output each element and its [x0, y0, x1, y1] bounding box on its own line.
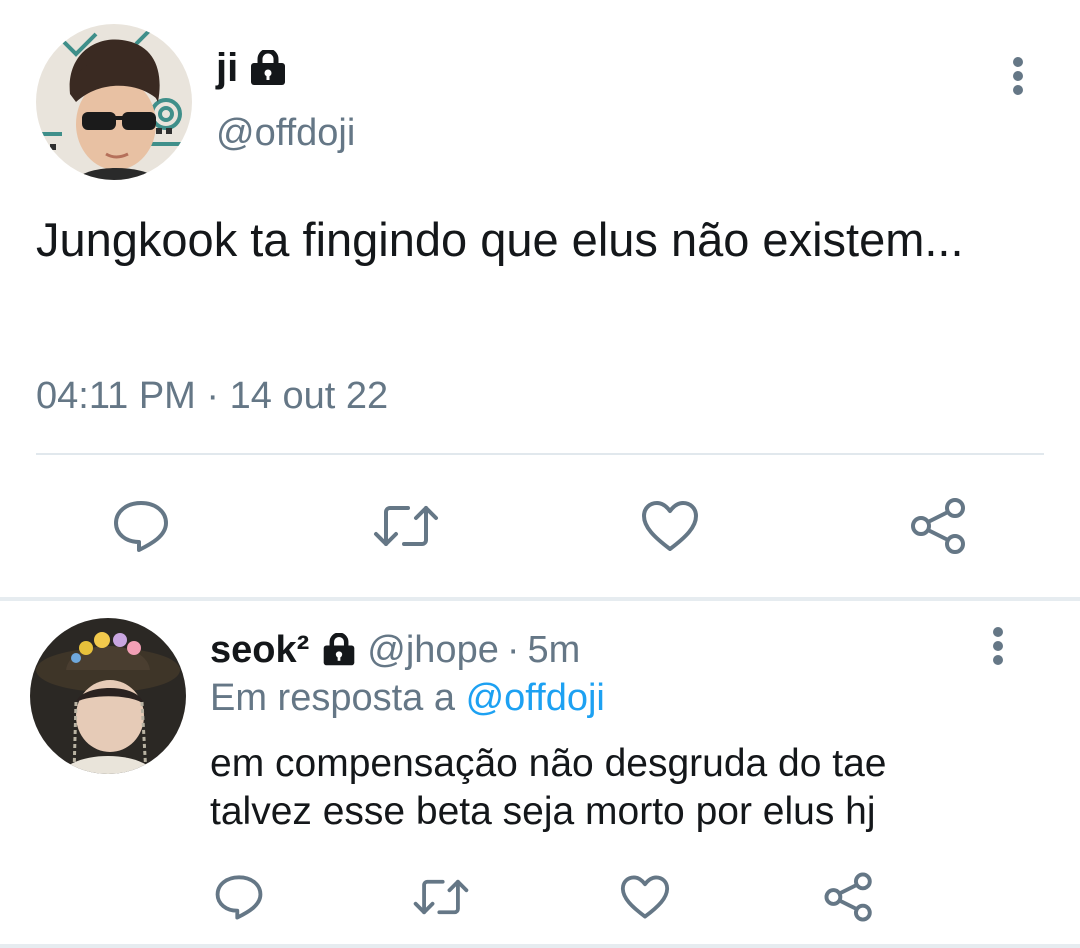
share-icon: [911, 498, 965, 554]
reply-text-line: talvez esse beta seja morto por elus hj: [210, 790, 876, 833]
display-name-row: ji: [216, 44, 288, 92]
handle[interactable]: @offdoji: [216, 110, 355, 156]
retweet-icon: [413, 879, 469, 915]
more-options-button[interactable]: [998, 46, 1038, 106]
more-vertical-icon: [1013, 57, 1023, 95]
handle[interactable]: @jhope: [367, 626, 499, 674]
section-divider: [0, 597, 1080, 601]
share-button[interactable]: [899, 486, 979, 566]
tweet-timestamp[interactable]: 04:11 PM · 14 out 22: [36, 372, 388, 420]
share-button[interactable]: [814, 862, 884, 932]
avatar-photo: [36, 24, 192, 180]
reply-header: seok² @jhope · 5m: [210, 626, 580, 674]
in-reply-handle-link[interactable]: @offdoji: [466, 677, 605, 719]
lock-icon: [248, 50, 288, 86]
more-vertical-icon: [993, 627, 1003, 665]
section-divider: [0, 944, 1080, 948]
avatar-photo: [30, 618, 186, 774]
avatar[interactable]: [30, 618, 186, 774]
display-name[interactable]: seok²: [210, 626, 309, 674]
tweet-text: Jungkook ta fingindo que elus não existe…: [36, 213, 964, 266]
like-button[interactable]: [610, 862, 680, 932]
tweet-time: 04:11 PM: [36, 375, 196, 417]
tweet-date: 14 out 22: [229, 375, 389, 417]
meta-separator: ·: [506, 629, 520, 671]
like-button[interactable]: [630, 486, 710, 566]
avatar[interactable]: [36, 24, 192, 180]
reply-button[interactable]: [101, 486, 181, 566]
comment-icon: [114, 501, 168, 552]
retweet-button[interactable]: [366, 486, 446, 566]
divider: [36, 453, 1044, 455]
retweet-button[interactable]: [406, 862, 476, 932]
reply-text-line: em compensação não desgruda do tae: [210, 742, 887, 785]
comment-icon: [215, 875, 263, 920]
share-icon: [824, 872, 872, 922]
reply-time[interactable]: 5m: [528, 626, 581, 674]
display-name[interactable]: ji: [216, 44, 238, 92]
heart-icon: [642, 501, 698, 551]
reply-button[interactable]: [204, 862, 274, 932]
heart-icon: [620, 875, 670, 919]
in-reply-to: Em resposta a @offdoji: [210, 674, 605, 722]
meta-separator: ·: [206, 375, 220, 417]
reply-text: em compensação não desgruda do tae talve…: [210, 740, 1050, 836]
lock-icon: [321, 633, 357, 667]
in-reply-prefix: Em resposta a: [210, 677, 455, 719]
retweet-icon: [374, 506, 438, 546]
more-options-button[interactable]: [978, 616, 1018, 676]
